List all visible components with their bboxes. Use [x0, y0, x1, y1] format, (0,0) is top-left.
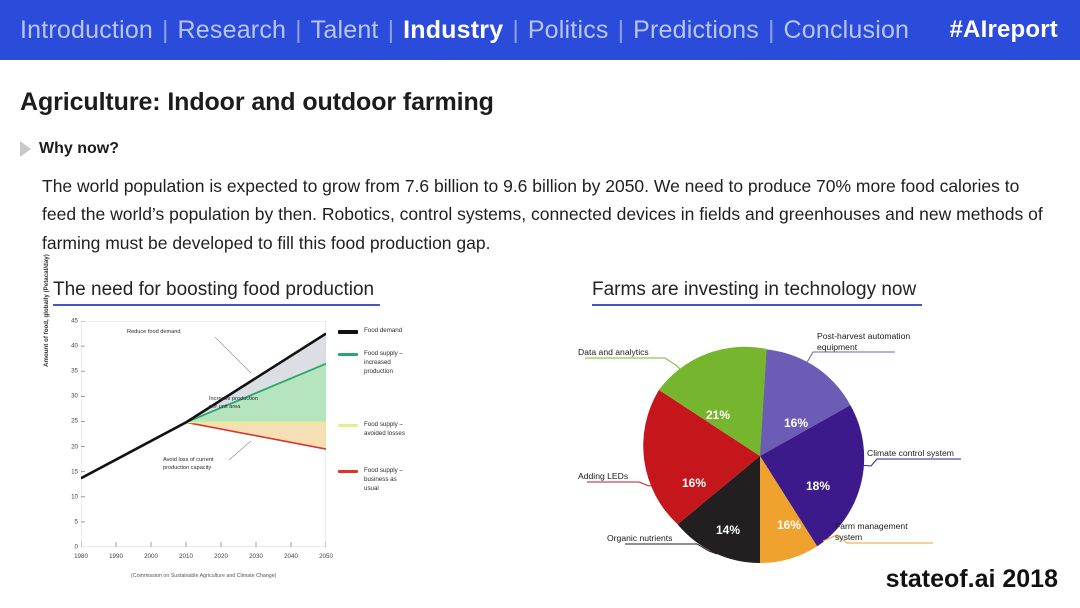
right-panel-heading: Farms are investing in technology now [592, 279, 923, 306]
pie-label-organic-nutrients: Organic nutrients [607, 533, 673, 543]
pie-label-farm-management: Farm management system [835, 521, 908, 542]
y-tick: 45 [71, 317, 78, 325]
line-chart-y-axis-label: Amount of food, globally (Petacal/day) [43, 254, 50, 367]
legend-label: Food supply – increased production [364, 349, 403, 375]
nav-item-conclusion[interactable]: Conclusion [783, 17, 909, 43]
pie-chart-svg [585, 346, 961, 563]
x-tick: 2010 [179, 553, 193, 560]
pie-label-post-harvest: Post-harvest automation equipment [817, 331, 911, 352]
nav-separator: | [387, 15, 395, 44]
line-chart-annotation-increase-production: Increase production per unit area [209, 396, 259, 410]
hashtag-label: #AIreport [949, 16, 1058, 43]
pie-value-organic-nutrients: 14% [715, 523, 741, 537]
y-tick: 20 [71, 443, 78, 451]
x-tick: 2000 [144, 553, 158, 560]
y-tick: 35 [71, 367, 78, 375]
x-tick: 2040 [284, 553, 298, 560]
x-tick: 2020 [214, 553, 228, 560]
nav-item-list: Introduction | Research | Talent | Indus… [20, 15, 909, 44]
legend-swatch-food-demand [338, 330, 358, 334]
slide: Introduction | Research | Talent | Indus… [0, 0, 1080, 608]
pie-label-adding-leds: Adding LEDs [578, 471, 629, 481]
legend-item: Food demand [338, 327, 470, 336]
food-production-line-chart: Amount of food, globally (Petacal/day) 4… [43, 254, 475, 597]
farm-technology-pie-chart: 16% 18% 16% 14% 16% 21% Post-harvest aut… [565, 318, 1065, 598]
y-tick: 15 [71, 468, 78, 476]
x-tick: 2050 [319, 553, 333, 560]
legend-swatch-increased-production [338, 352, 358, 357]
nav-item-predictions[interactable]: Predictions [633, 17, 759, 43]
left-panel-heading: The need for boosting food production [53, 279, 381, 306]
x-tick: 1990 [109, 553, 123, 560]
legend-swatch-business-as-usual [338, 469, 358, 474]
line-chart-annotation-reduce-demand: Reduce food demand [127, 329, 181, 335]
line-chart-source-caption: (Commission on Sustainable Agriculture a… [131, 573, 277, 579]
x-tick: 2030 [249, 553, 263, 560]
pie-label-climate-control: Climate control system [867, 448, 954, 458]
legend-item: Food supply – avoided losses [338, 421, 470, 439]
nav-separator: | [512, 15, 519, 44]
nav-item-research[interactable]: Research [178, 17, 287, 43]
pie-label-data-analytics: Data and analytics [578, 347, 649, 357]
why-now-row: Why now? [20, 140, 119, 158]
pie-value-adding-leds: 16% [681, 476, 707, 490]
pie-value-farm-management: 16% [776, 518, 802, 532]
nav-separator: | [295, 15, 302, 44]
y-tick: 25 [71, 417, 78, 425]
legend-swatch-avoided-losses [338, 423, 358, 428]
pie-value-data-analytics: 21% [705, 408, 731, 422]
line-chart-legend: Food demand Food supply – increased prod… [338, 327, 470, 508]
y-tick: 5 [74, 518, 78, 526]
y-tick: 40 [71, 342, 78, 350]
line-chart-plot-area: Reduce food demand Increase production p… [80, 320, 327, 548]
legend-label: Food supply – business as usual [364, 466, 403, 492]
nav-separator: | [162, 15, 169, 44]
nav-item-industry[interactable]: Industry [403, 17, 503, 43]
pie-value-climate-control: 18% [805, 479, 831, 493]
line-chart-y-ticks: 45 40 35 30 25 20 15 10 5 0 [59, 315, 81, 551]
page-title: Agriculture: Indoor and outdoor farming [20, 88, 494, 116]
triangle-bullet-icon [20, 141, 31, 157]
nav-item-politics[interactable]: Politics [528, 17, 609, 43]
x-tick: 1980 [74, 553, 88, 560]
body-paragraph: The world population is expected to grow… [42, 176, 1043, 253]
nav-item-introduction[interactable]: Introduction [20, 17, 153, 43]
why-now-label: Why now? [39, 140, 119, 157]
y-tick: 10 [71, 493, 78, 501]
line-chart-annotation-avoid-loss: Avoid loss of current production capacit… [163, 457, 214, 471]
pie-value-post-harvest: 16% [783, 416, 809, 430]
legend-label: Food supply – avoided losses [364, 420, 405, 437]
line-chart-svg [80, 320, 327, 548]
legend-item: Food supply – business as usual [338, 467, 470, 494]
nav-separator: | [767, 15, 775, 44]
top-nav-bar: Introduction | Research | Talent | Indus… [0, 0, 1080, 60]
legend-item: Food supply – increased production [338, 350, 470, 377]
y-tick: 0 [74, 543, 78, 551]
nav-separator: | [617, 15, 625, 44]
brand-label: stateof.ai 2018 [885, 565, 1058, 593]
nav-item-talent[interactable]: Talent [311, 17, 379, 43]
y-tick: 30 [71, 392, 78, 400]
legend-label: Food demand [364, 327, 403, 334]
